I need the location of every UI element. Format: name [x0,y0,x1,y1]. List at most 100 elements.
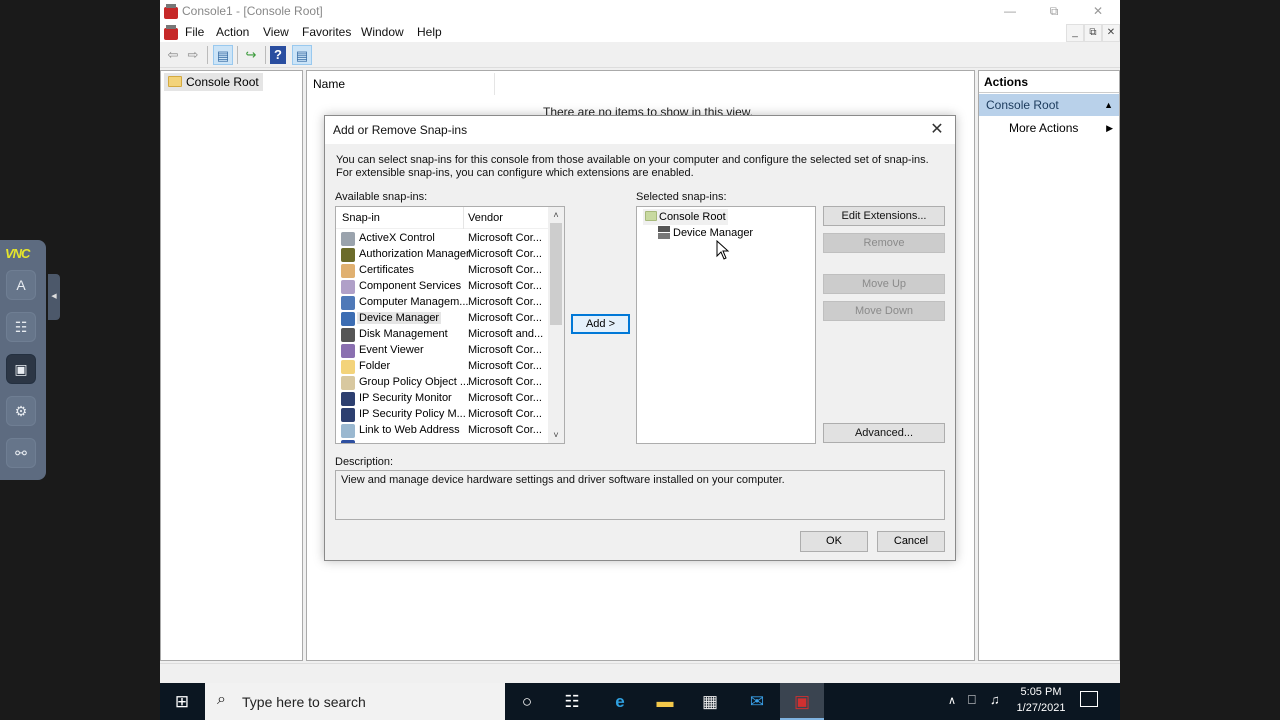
show-hide-tree-button[interactable]: ▤ [213,45,233,65]
scroll-up-icon[interactable]: ˄ [548,207,564,223]
vnc-disconnect-button[interactable]: ⚯ [6,438,36,468]
actions-group-console-root[interactable]: Console Root ▲ [979,94,1119,116]
snapin-row[interactable]: Link to Web Address Microsoft Cor... [336,423,548,439]
taskbar-edge[interactable]: e [598,683,642,720]
more-actions-item[interactable]: More Actions ▶ [979,117,1119,139]
minimize-button[interactable]: — [988,0,1032,22]
cancel-button[interactable]: Cancel [877,531,945,552]
snapin-row[interactable]: IP Security Monitor Microsoft Cor... [336,391,548,407]
snapin-row[interactable]: Event Viewer Microsoft Cor... [336,343,548,359]
vertical-scrollbar[interactable]: ˄ ˅ [548,207,564,443]
mmc-icon: ▣ [793,692,811,711]
snapin-name: IP Security Monitor [359,392,452,404]
vnc-clipboard-button[interactable]: ☷ [6,312,36,342]
edge-icon: e [615,692,625,711]
snapin-row[interactable]: Device Manager Microsoft Cor... [336,311,548,327]
forward-button[interactable]: ⇨ [183,45,203,65]
snapin-vendor: Microsoft and... [468,328,544,340]
snapin-row-partial[interactable] [336,439,548,443]
snapin-name: IP Security Policy M... [359,408,466,420]
clock-date[interactable]: 1/27/2021 [1015,702,1067,714]
selected-item-console-root[interactable]: Console Root [643,209,728,225]
export-list-button[interactable]: ↪ [241,45,261,65]
dialog-close-button[interactable]: ✕ [925,118,949,142]
mdi-close-button[interactable]: ✕ [1102,24,1120,42]
mdi-restore-button[interactable]: ⧉ [1084,24,1102,42]
snapin-row[interactable]: Computer Managem... Microsoft Cor... [336,295,548,311]
menu-favorites[interactable]: Favorites [302,25,351,39]
column-header-snapin[interactable]: Snap-in [342,212,380,224]
selected-item-device-manager[interactable]: Device Manager [657,225,753,241]
snapin-row[interactable]: Folder Microsoft Cor... [336,359,548,375]
taskbar-search-box[interactable]: ⌕ Type here to search [205,683,505,720]
submenu-arrow-icon: ▶ [1106,123,1113,133]
snapin-row[interactable]: Component Services Microsoft Cor... [336,279,548,295]
mdi-minimize-button[interactable]: _ [1066,24,1084,42]
title-bar: Console1 - [Console Root] — ⧉ ✕ [160,0,1120,22]
snapin-name: Link to Web Address [359,424,460,436]
taskbar-task-view[interactable]: ☷ [550,683,594,720]
menu-action[interactable]: Action [216,25,249,39]
column-header-name[interactable]: Name [313,77,345,91]
column-divider[interactable] [494,73,495,95]
tree-item-console-root[interactable]: Console Root [164,73,263,91]
folder-icon [341,360,355,374]
snapin-row[interactable]: Authorization Manager Microsoft Cor... [336,247,548,263]
taskbar-store[interactable]: ▦ [688,683,732,720]
snapin-row[interactable]: Certificates Microsoft Cor... [336,263,548,279]
taskbar-mail[interactable]: ✉ [735,683,779,720]
help-button[interactable]: ? [270,46,286,64]
column-divider[interactable] [463,207,464,229]
move-down-button[interactable]: Move Down [823,301,945,321]
snapin-vendor: Microsoft Cor... [468,360,542,372]
add-button[interactable]: Add > [571,314,630,334]
show-hidden-icons-button[interactable]: ∧ [948,694,956,707]
menu-view[interactable]: View [263,25,289,39]
ok-button[interactable]: OK [800,531,868,552]
advanced-button[interactable]: Advanced... [823,423,945,443]
policy-icon [341,376,355,390]
menu-file[interactable]: File [185,25,204,39]
column-header-vendor[interactable]: Vendor [468,212,503,224]
snapin-row[interactable]: Disk Management Microsoft and... [336,327,548,343]
mouse-cursor-icon [716,240,730,260]
snapin-row[interactable]: IP Security Policy M... Microsoft Cor... [336,407,548,423]
snapin-row[interactable]: ActiveX Control Microsoft Cor... [336,231,548,247]
add-remove-snapins-dialog: Add or Remove Snap-ins ✕ You can select … [324,115,956,561]
activex-icon [341,232,355,246]
menu-window[interactable]: Window [361,25,404,39]
available-snapins-list[interactable]: Snap-in Vendor ActiveX Control Microsoft … [335,206,565,444]
snapin-name: Disk Management [359,328,448,340]
back-button[interactable]: ⇦ [163,45,183,65]
action-pane-icon: ▤ [295,48,309,63]
vnc-keyboard-button[interactable]: A [6,270,36,300]
start-button[interactable]: ⊞ [160,683,204,720]
console-tree-icon: ▤ [216,48,230,63]
network-icon[interactable]: ⎕ [968,692,976,708]
vnc-panel-handle[interactable]: ◀ [48,274,60,320]
clock-time[interactable]: 5:05 PM [1018,686,1064,698]
close-button[interactable]: ✕ [1076,0,1120,22]
restore-button[interactable]: ⧉ [1032,0,1076,22]
mail-icon: ✉ [749,692,765,711]
taskbar-mmc[interactable]: ▣ [780,683,824,720]
show-hide-action-pane-button[interactable]: ▤ [292,45,312,65]
vnc-settings-button[interactable]: ⚙ [6,396,36,426]
keyboard-icon: A [16,277,26,293]
menu-help[interactable]: Help [417,25,442,39]
volume-icon[interactable]: ♫ [990,692,1000,707]
taskbar-cortana[interactable]: ○ [505,683,549,720]
vnc-scale-button[interactable]: ▣ [6,354,36,384]
snapin-row[interactable]: Group Policy Object ... Microsoft Cor... [336,375,548,391]
scrollbar-thumb[interactable] [550,223,562,325]
remove-button[interactable]: Remove [823,233,945,253]
toolbar-separator [207,46,208,64]
move-up-button[interactable]: Move Up [823,274,945,294]
scroll-down-icon[interactable]: ˅ [548,427,564,443]
edit-extensions-button[interactable]: Edit Extensions... [823,206,945,226]
taskbar-file-explorer[interactable]: ▬ [643,683,687,720]
authorization-icon [341,248,355,262]
snapin-name: Device Manager [357,312,442,324]
notification-center-icon[interactable] [1080,691,1098,707]
status-bar [160,663,1120,683]
